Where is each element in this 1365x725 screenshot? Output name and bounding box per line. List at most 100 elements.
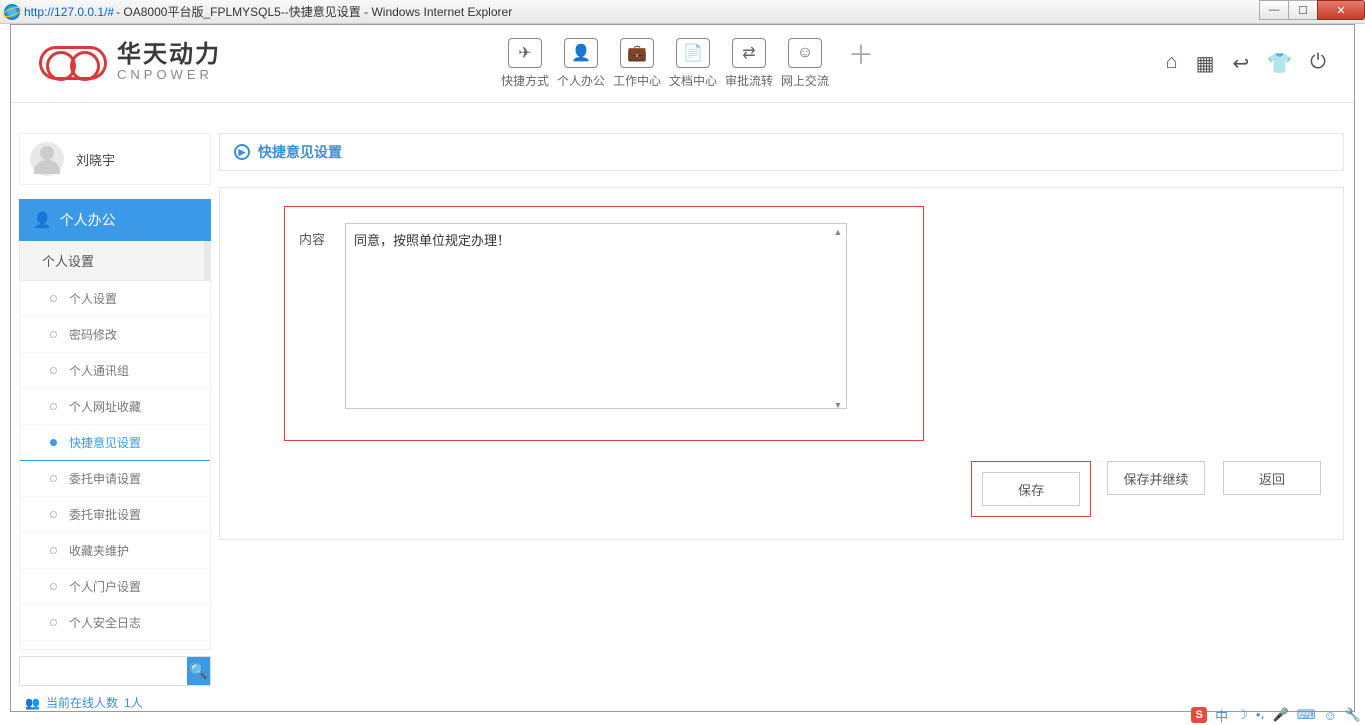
sidebar-category[interactable]: 👤 个人办公 [19, 199, 211, 241]
logo: 华天动力 CNPOWER [39, 43, 221, 84]
sidebar-item-label: 快捷意见设置 [69, 434, 141, 451]
person-icon: 👤 [564, 38, 598, 68]
sidebar-item-label: 个人安全日志 [69, 614, 141, 631]
ime-dot-icon[interactable]: •، [1256, 707, 1265, 723]
flow-icon: ⇄ [732, 38, 766, 68]
save-continue-button[interactable]: 保存并继续 [1107, 461, 1205, 495]
sidebar-item-label: 个人设置 [69, 290, 117, 307]
bullet-icon [50, 583, 57, 590]
shirt-icon[interactable]: 👕 [1267, 51, 1292, 76]
search-input[interactable] [20, 657, 187, 685]
window-controls: — ☐ ✕ [1260, 0, 1365, 20]
online-status: 👥 当前在线人数 1人 [19, 694, 211, 711]
sidebar-item-label: 委托审批设置 [69, 506, 141, 523]
button-row: 保存 保存并继续 返回 [238, 461, 1325, 517]
nav-docs[interactable]: 📄文档中心 [669, 38, 717, 89]
browser-title-bar: http://127.0.0.1/# - OA8000平台版_FPLMYSQL5… [0, 0, 1365, 24]
ime-face-icon[interactable]: ☺ [1324, 708, 1337, 723]
back-button[interactable]: 返回 [1223, 461, 1321, 495]
bullet-icon [50, 619, 57, 626]
ime-tray: S 中 ☽ •، 🎤 ⌨ ☺ 🔧 [1191, 706, 1361, 724]
sidebar-item-9[interactable]: 个人安全日志 [20, 605, 210, 641]
nav-approval[interactable]: ⇄审批流转 [725, 38, 773, 89]
sidebar-group[interactable]: 个人设置 [19, 241, 211, 281]
body: 刘晓宇 👤 个人办公 个人设置 个人设置密码修改个人通讯组个人网址收藏快捷意见设… [11, 127, 1354, 711]
reply-icon[interactable]: ↩ [1233, 51, 1250, 76]
nav-personal[interactable]: 👤个人办公 [557, 38, 605, 89]
plus-circle-icon: ＋ [844, 38, 878, 68]
save-highlight-box: 保存 [971, 461, 1091, 517]
ime-badge-icon[interactable]: S [1191, 707, 1207, 723]
main-content: ▶ 快捷意见设置 内容 ▲ ▼ 保存 保存并继续 返 [211, 127, 1354, 711]
browser-title: - OA8000平台版_FPLMYSQL5--快捷意见设置 - Windows … [116, 3, 512, 20]
sidebar-item-label: 密码修改 [69, 326, 117, 343]
logo-text-cn: 华天动力 [117, 43, 221, 67]
content-panel: 内容 ▲ ▼ 保存 保存并继续 返回 [219, 187, 1344, 540]
sidebar-item-1[interactable]: 密码修改 [20, 317, 210, 353]
nav-chat[interactable]: ☺网上交流 [781, 38, 829, 89]
sidebar-item-label: 委托申请设置 [69, 470, 141, 487]
bullet-icon [50, 403, 57, 410]
sidebar-group-label: 个人设置 [42, 251, 94, 270]
close-button[interactable]: ✕ [1317, 0, 1365, 20]
send-icon: ✈ [508, 38, 542, 68]
bullet-icon [50, 511, 57, 518]
sidebar-item-label: 个人网址收藏 [69, 398, 141, 415]
textarea-wrap: ▲ ▼ [345, 223, 847, 414]
maximize-button[interactable]: ☐ [1288, 0, 1318, 20]
person-small-icon: 👤 [33, 211, 52, 229]
online-count: 1人 [124, 694, 143, 711]
page-title-bar: ▶ 快捷意见设置 [219, 133, 1344, 171]
sidebar-item-7[interactable]: 收藏夹维护 [20, 533, 210, 569]
sidebar-item-8[interactable]: 个人门户设置 [20, 569, 210, 605]
ime-wrench-icon[interactable]: 🔧 [1345, 707, 1361, 723]
sidebar-item-5[interactable]: 委托申请设置 [20, 461, 210, 497]
field-label-content: 内容 [299, 223, 325, 414]
page-title: 快捷意见设置 [258, 142, 342, 162]
scroll-down-icon[interactable]: ▼ [831, 398, 845, 412]
search-button[interactable]: 🔍 [187, 657, 210, 685]
sidebar-item-0[interactable]: 个人设置 [20, 281, 210, 317]
bullet-icon [50, 295, 57, 302]
content-textarea[interactable] [345, 223, 847, 409]
ie-icon [4, 4, 20, 20]
save-button[interactable]: 保存 [982, 472, 1080, 506]
browser-url: http://127.0.0.1/# [24, 5, 114, 19]
sidebar-category-label: 个人办公 [60, 210, 116, 230]
power-icon[interactable]: ⏻ [1310, 51, 1326, 76]
logo-mark-icon [39, 46, 107, 80]
scroll-up-icon[interactable]: ▲ [831, 225, 845, 239]
sidebar-item-label: 收藏夹维护 [69, 542, 129, 559]
top-nav: ✈快捷方式 👤个人办公 💼工作中心 📄文档中心 ⇄审批流转 ☺网上交流 ＋ [501, 38, 885, 89]
logo-text-en: CNPOWER [117, 67, 221, 84]
sidebar-item-6[interactable]: 委托审批设置 [20, 497, 210, 533]
bullet-icon [50, 331, 57, 338]
sidebar-item-2[interactable]: 个人通讯组 [20, 353, 210, 389]
users-icon: 👥 [25, 696, 40, 710]
nav-add[interactable]: ＋ [837, 38, 885, 89]
bullet-icon [50, 475, 57, 482]
sidebar: 刘晓宇 👤 个人办公 个人设置 个人设置密码修改个人通讯组个人网址收藏快捷意见设… [11, 127, 211, 711]
sidebar-item-label: 个人门户设置 [69, 578, 141, 595]
avatar-icon [30, 142, 64, 176]
bullet-icon [50, 439, 57, 446]
chat-icon: ☺ [788, 38, 822, 68]
nav-work[interactable]: 💼工作中心 [613, 38, 661, 89]
user-name: 刘晓宇 [76, 150, 115, 169]
sidebar-item-3[interactable]: 个人网址收藏 [20, 389, 210, 425]
ime-lang[interactable]: 中 [1215, 706, 1228, 725]
sidebar-menu: 个人设置密码修改个人通讯组个人网址收藏快捷意见设置委托申请设置委托审批设置收藏夹… [19, 281, 211, 650]
home-icon[interactable]: ⌂ [1166, 51, 1178, 76]
sidebar-item-4[interactable]: 快捷意见设置 [20, 425, 210, 461]
sidebar-search: 🔍 [19, 656, 211, 686]
user-box: 刘晓宇 [19, 133, 211, 185]
top-header: 华天动力 CNPOWER ✈快捷方式 👤个人办公 💼工作中心 📄文档中心 ⇄审批… [11, 25, 1354, 103]
ime-moon-icon[interactable]: ☽ [1236, 707, 1248, 723]
search-icon: 🔍 [189, 662, 208, 680]
bullet-icon [50, 547, 57, 554]
grid-icon[interactable]: ▦ [1196, 51, 1215, 76]
minimize-button[interactable]: — [1259, 0, 1289, 20]
ime-mic-icon[interactable]: 🎤 [1273, 707, 1289, 723]
nav-quick[interactable]: ✈快捷方式 [501, 38, 549, 89]
ime-keyboard-icon[interactable]: ⌨ [1297, 707, 1316, 723]
